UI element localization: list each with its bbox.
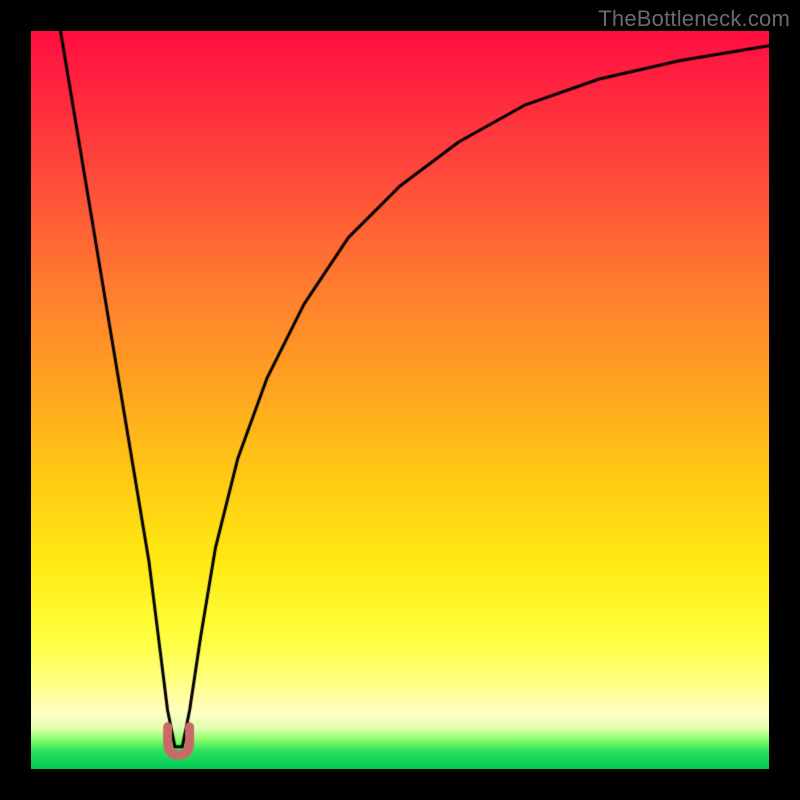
chart-frame: TheBottleneck.com [0, 0, 800, 800]
source-attribution: TheBottleneck.com [598, 6, 790, 32]
bottleneck-curve [31, 31, 769, 769]
plot-area [31, 31, 769, 769]
